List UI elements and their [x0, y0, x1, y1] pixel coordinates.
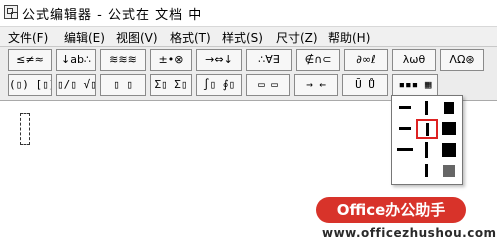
products-set-templates-button[interactable]: Ū Ů — [342, 74, 388, 96]
menu-bar: 文件(F) 编辑(E) 视图(V) 格式(T) 样式(S) 尺寸(Z) 帮助(H… — [0, 27, 497, 47]
menu-size[interactable]: 尺寸(Z) — [276, 29, 318, 46]
matrix-3x1-selected-cell[interactable] — [416, 119, 438, 139]
embellishments-button[interactable]: ≋≋≋ — [100, 49, 146, 71]
integral-templates-button[interactable]: ∫▯ ∮▯ — [196, 74, 242, 96]
menu-help[interactable]: 帮助(H) — [328, 29, 370, 46]
toolbar-row-symbols: ≤≠≈ ↓ab∴ ≋≋≋ ±•⊗ →⇔↓ ∴∀∃ ∉∩⊂ ∂∞ℓ λωθ ΛΩ⊛ — [0, 49, 497, 74]
equation-editor-app-icon — [4, 5, 18, 19]
fraction-radical-templates-button[interactable]: ▯/▯ √▯ — [56, 74, 96, 96]
set-theory-symbols-button[interactable]: ∉∩⊂ — [296, 49, 340, 71]
menu-view[interactable]: 视图(V) — [116, 29, 158, 46]
matrix-4x3-dense-cell[interactable] — [438, 119, 460, 139]
fence-templates-button[interactable]: (▯) [▯] — [8, 74, 52, 96]
spaces-ellipses-button[interactable]: ↓ab∴ — [56, 49, 96, 71]
matrix-templates-button[interactable]: ▪▪▪ ▦ — [392, 74, 438, 96]
matrix-1x3-dots-cell[interactable] — [394, 98, 416, 118]
greek-uppercase-button[interactable]: ΛΩ⊛ — [440, 49, 484, 71]
menu-format[interactable]: 格式(T) — [170, 29, 211, 46]
labeled-arrow-templates-button[interactable]: → ← — [294, 74, 338, 96]
matrix-3x1-column-cell[interactable] — [416, 98, 438, 118]
misc-symbols-button[interactable]: ∂∞ℓ — [344, 49, 388, 71]
operator-symbols-button[interactable]: ±•⊗ — [150, 49, 192, 71]
matrix-1x3-row-cell[interactable] — [394, 119, 416, 139]
matrix-3x3-dense-cell[interactable] — [438, 98, 460, 118]
equation-toolbar: ≤≠≈ ↓ab∴ ≋≋≋ ±•⊗ →⇔↓ ∴∀∃ ∉∩⊂ ∂∞ℓ λωθ ΛΩ⊛… — [0, 47, 497, 101]
title-bar: 公式编辑器 - 公式在 文档 中 — [0, 0, 497, 27]
logical-symbols-button[interactable]: ∴∀∃ — [246, 49, 292, 71]
matrix-4x1-column-cell[interactable] — [416, 140, 438, 160]
menu-edit[interactable]: 编辑(E) — [64, 29, 105, 46]
relational-symbols-button[interactable]: ≤≠≈ — [8, 49, 52, 71]
greek-lowercase-button[interactable]: λωθ — [392, 49, 436, 71]
matrix-1x4-row-cell[interactable] — [394, 140, 416, 160]
matrix-4x4-dense-cell[interactable] — [438, 140, 460, 160]
matrix-vertical-ellipsis-cell[interactable] — [416, 161, 438, 181]
empty-slot-cursor[interactable] — [20, 113, 30, 145]
menu-style[interactable]: 样式(S) — [222, 29, 263, 46]
watermark-badge: Office办公助手 — [316, 197, 466, 223]
menu-file[interactable]: 文件(F) — [8, 29, 48, 46]
underbar-overbar-templates-button[interactable]: ▭ ▭ — [246, 74, 290, 96]
subscript-superscript-templates-button[interactable]: ▯ ▯ — [100, 74, 146, 96]
watermark: Office办公助手 www.officezhushou.com — [316, 197, 497, 242]
matrix-template-palette — [391, 95, 463, 185]
watermark-url: www.officezhushou.com — [322, 226, 497, 240]
matrix-dotted-block-cell[interactable] — [438, 161, 460, 181]
window-title: 公式编辑器 - 公式在 文档 中 — [22, 8, 203, 23]
arrow-symbols-button[interactable]: →⇔↓ — [196, 49, 242, 71]
summation-templates-button[interactable]: Σ▯ Σ▯ — [150, 74, 192, 96]
